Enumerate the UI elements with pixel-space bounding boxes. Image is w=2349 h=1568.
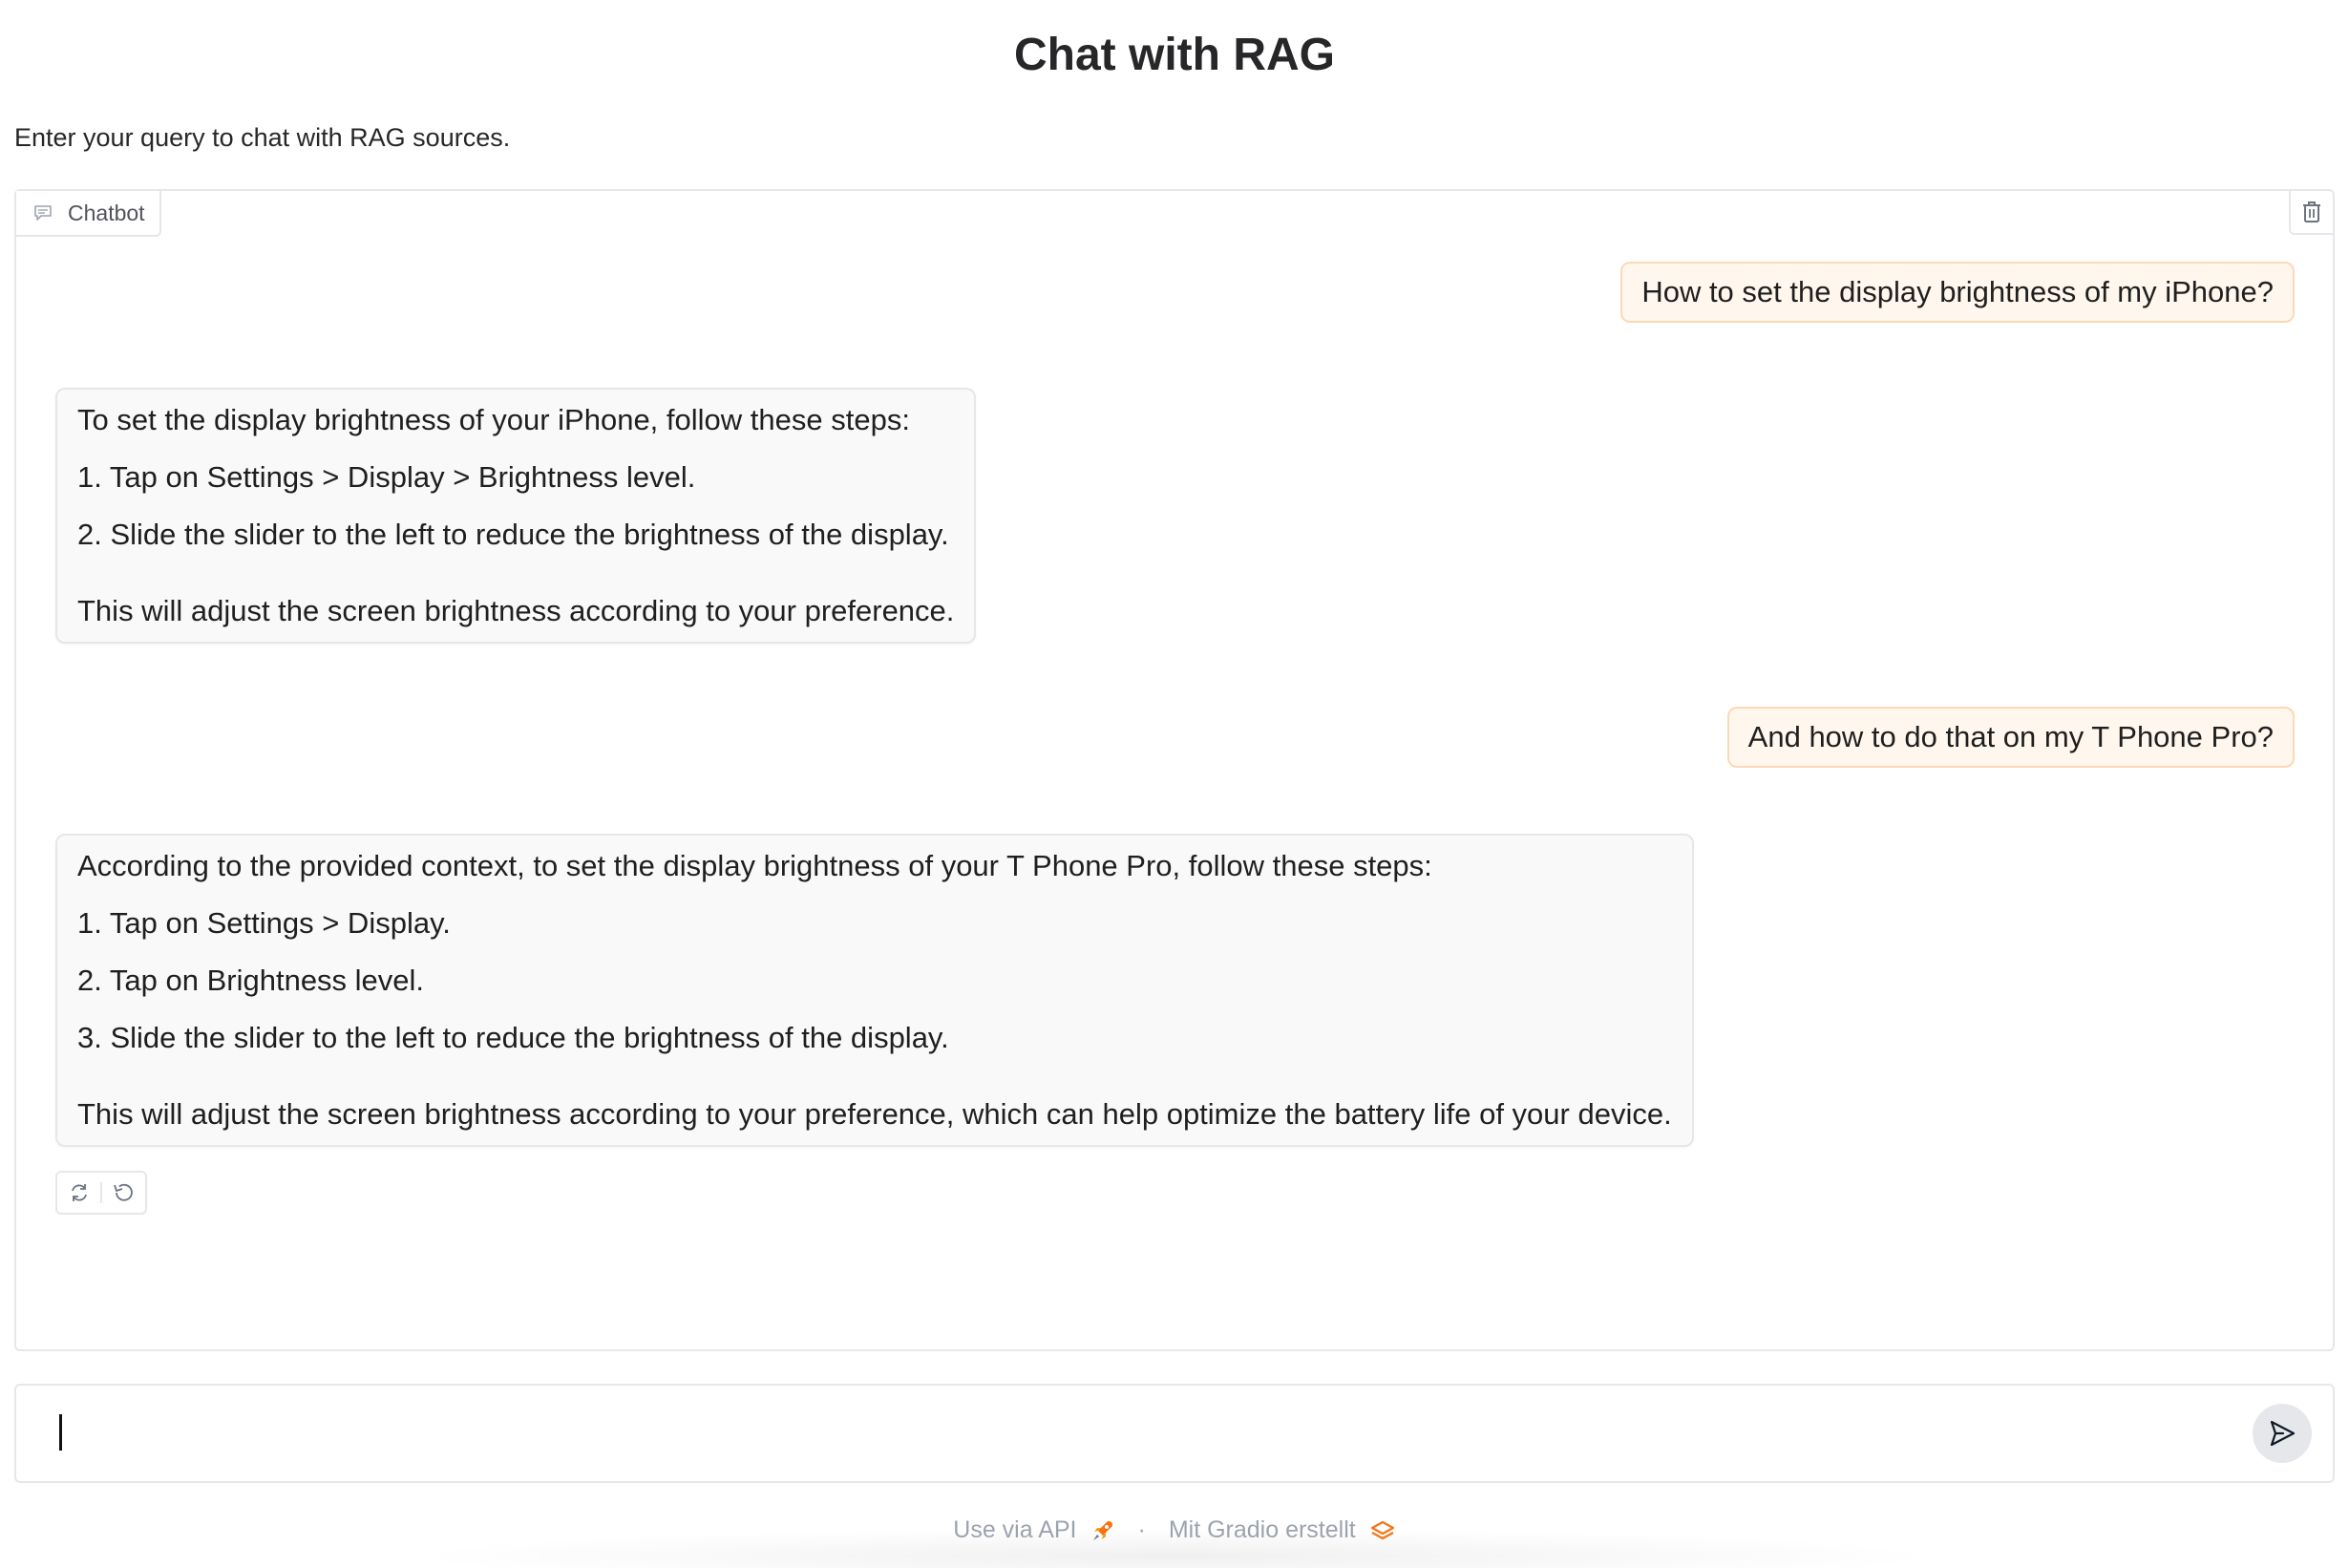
send-button[interactable] [2253, 1404, 2312, 1463]
bot-message-line: 2. Slide the slider to the left to reduc… [77, 518, 949, 551]
bot-message-line: 3. Slide the slider to the left to reduc… [77, 1021, 949, 1054]
footer: Use via API · Mit Gradio erstellt [0, 1516, 2349, 1544]
built-with-label: Mit Gradio erstellt [1168, 1516, 1356, 1543]
page-description: Enter your query to chat with RAG source… [14, 123, 511, 152]
undo-button[interactable] [102, 1173, 145, 1213]
bot-message: To set the display brightness of your iP… [55, 388, 977, 644]
retry-button[interactable] [57, 1173, 100, 1213]
page-title: Chat with RAG [1014, 30, 1335, 80]
page: Chat with RAG Enter your query to chat w… [0, 0, 2349, 1568]
user-message-text: And how to do that on my T Phone Pro? [1747, 720, 2274, 753]
use-api-link[interactable]: Use via API [953, 1516, 1076, 1544]
chatbot-label-text: Chatbot [68, 200, 145, 225]
footer-separator: · [1137, 1516, 1146, 1543]
user-message: And how to do that on my T Phone Pro? [1726, 707, 2295, 768]
chat-bubble-icon [34, 205, 52, 221]
rocket-icon [1092, 1520, 1112, 1540]
bot-message-line: This will adjust the screen brightness a… [77, 1097, 1672, 1131]
undo-icon [114, 1183, 134, 1201]
chat-input-container [14, 1384, 2335, 1483]
bot-message-line: According to the provided context, to se… [77, 849, 1432, 882]
message-actions [55, 1171, 147, 1215]
chatbot-label: Chatbot [16, 191, 161, 237]
chat-input[interactable] [54, 1407, 2254, 1462]
gradio-link[interactable]: Mit Gradio erstellt [1169, 1516, 1356, 1544]
clear-chat-button[interactable] [2289, 191, 2333, 235]
gradio-logo-icon [1370, 1520, 1394, 1539]
bot-message-line: To set the display brightness of your iP… [77, 403, 910, 436]
text-caret [59, 1414, 62, 1451]
user-message-text: How to set the display brightness of my … [1641, 275, 2274, 308]
trash-icon [2303, 201, 2320, 222]
bot-message-line: 1. Tap on Settings > Display > Brightnes… [77, 460, 696, 494]
bot-message-line: 1. Tap on Settings > Display. [77, 906, 451, 940]
retry-icon [71, 1184, 87, 1201]
chatbot-panel: Chatbot How to set the display brightnes… [14, 189, 2335, 1351]
use-api-label: Use via API [953, 1516, 1077, 1543]
user-message: How to set the display brightness of my … [1620, 262, 2295, 323]
bot-message: According to the provided context, to se… [55, 834, 1694, 1147]
bot-message-line: 2. Tap on Brightness level. [77, 964, 425, 997]
bot-message-line: This will adjust the screen brightness a… [77, 594, 955, 627]
send-icon [2270, 1420, 2296, 1447]
